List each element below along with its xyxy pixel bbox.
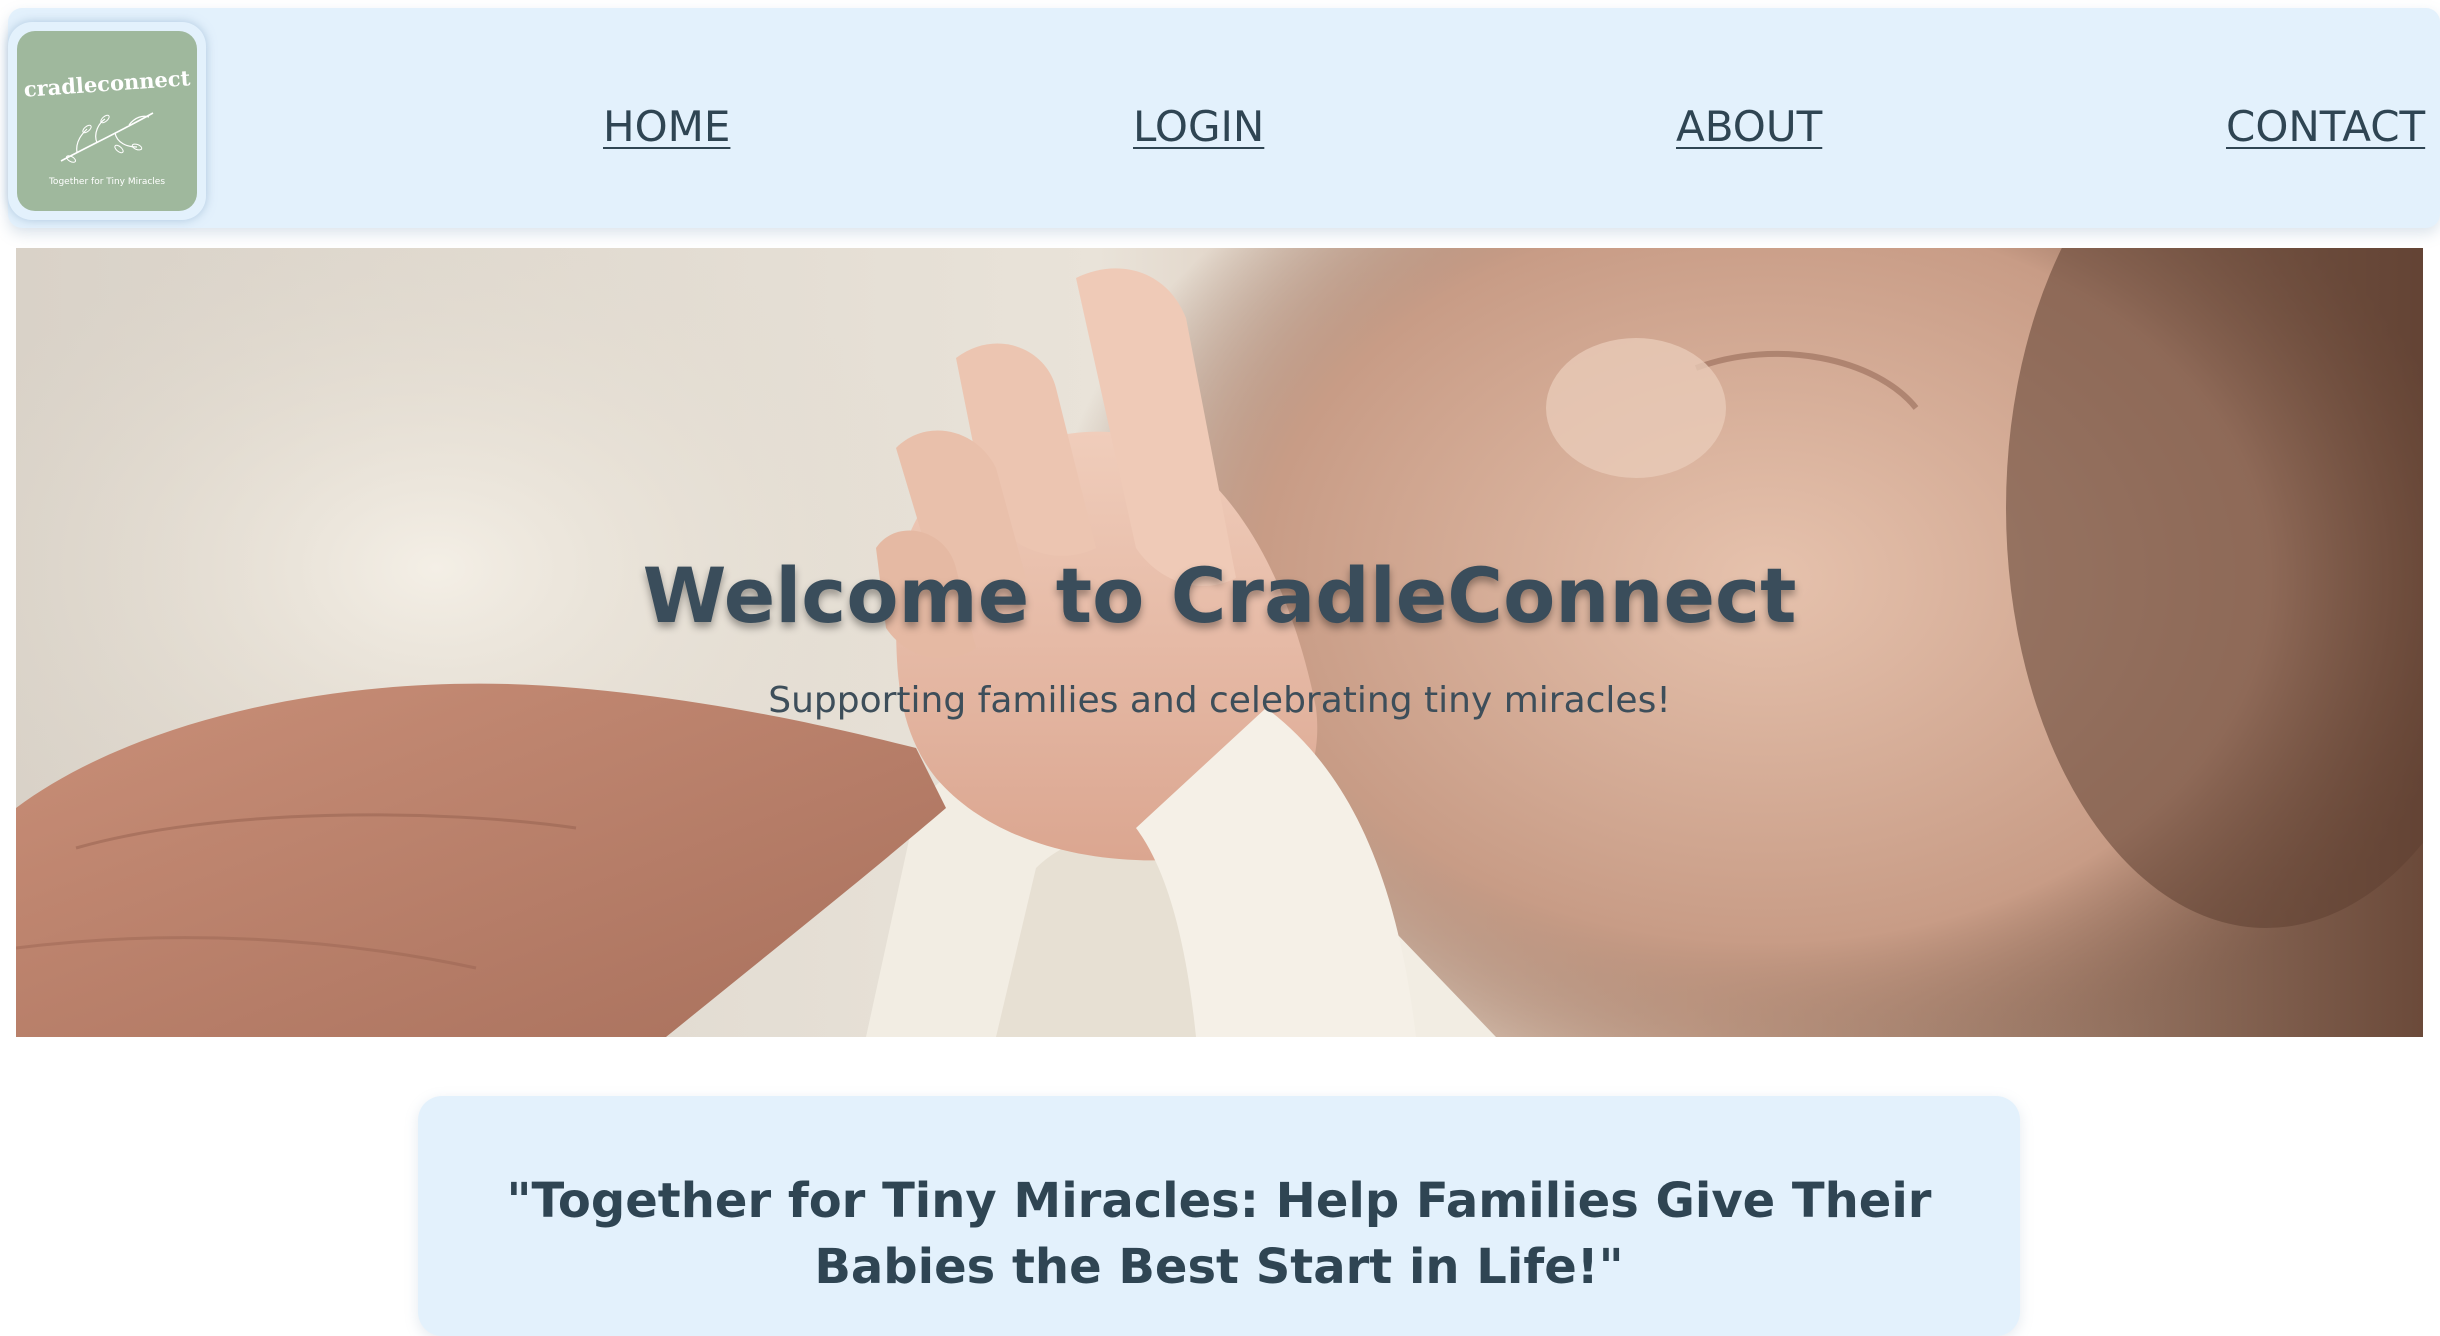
sprig-icon (60, 112, 154, 163)
hero-banner: Welcome to CradleConnect Supporting fami… (16, 248, 2423, 1037)
cradleconnect-logo: cradleconnect Together for Tiny Miracles (17, 31, 197, 211)
hero-title: Welcome to CradleConnect (642, 551, 1797, 640)
hero-subtitle: Supporting families and celebrating tiny… (768, 680, 1671, 721)
logo-wordmark: cradleconnect (22, 65, 191, 102)
nav-about[interactable]: ABOUT (1676, 100, 1822, 154)
logo-tagline: Together for Tiny Miracles (48, 177, 166, 187)
nav-login[interactable]: LOGIN (1133, 100, 1264, 154)
logo-link[interactable]: cradleconnect Together for Tiny Miracles (8, 22, 206, 220)
quote-card: "Together for Tiny Miracles: Help Famili… (418, 1096, 2020, 1336)
nav-home[interactable]: HOME (603, 100, 730, 154)
hero-photo (16, 248, 2423, 1037)
site-header: cradleconnect Together for Tiny Miracles… (8, 8, 2440, 228)
quote-text: "Together for Tiny Miracles: Help Famili… (506, 1173, 1932, 1295)
nav-contact[interactable]: CONTACT (2226, 100, 2425, 154)
